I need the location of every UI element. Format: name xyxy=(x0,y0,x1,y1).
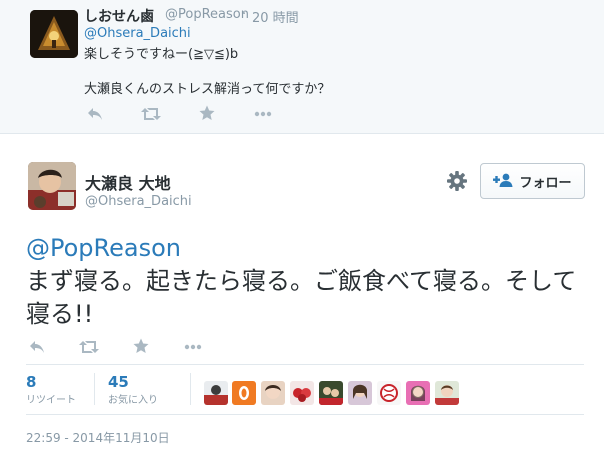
more-icon[interactable] xyxy=(252,105,274,123)
follow-button[interactable]: フォロー xyxy=(480,163,585,199)
tweet-body: まず寝る。起きたら寝る。ご飯食べて寝る。そして寝る!! xyxy=(26,267,577,328)
mention-link[interactable]: @PopReason xyxy=(26,234,181,262)
follow-button-label: フォロー xyxy=(519,175,572,191)
retweet-icon[interactable] xyxy=(78,338,100,356)
favoriter-avatar[interactable] xyxy=(348,381,372,405)
reply-icon[interactable] xyxy=(26,338,48,356)
favoriter-avatar[interactable] xyxy=(406,381,430,405)
favoriter-avatar[interactable] xyxy=(232,381,256,405)
divider xyxy=(26,364,584,365)
favoriter-avatar[interactable] xyxy=(290,381,314,405)
main-author-name[interactable]: 大瀬良 大地 xyxy=(85,170,171,194)
favoriter-avatar[interactable] xyxy=(204,381,228,405)
retweet-stat[interactable]: 8 リツイート xyxy=(26,373,76,406)
more-icon[interactable] xyxy=(182,338,204,356)
parent-avatar[interactable] xyxy=(30,10,78,58)
retweet-icon[interactable] xyxy=(140,105,162,123)
parent-author-name[interactable]: しおせん鹵 xyxy=(84,6,154,26)
stat-divider xyxy=(94,373,95,405)
favoriter-avatar[interactable] xyxy=(377,381,401,405)
parent-tweet-text-line: 大瀬良くんのストレス解消って何ですか？ xyxy=(84,82,331,97)
parent-timestamp[interactable]: 20 時間 xyxy=(252,7,299,26)
favoriter-avatar[interactable] xyxy=(261,381,285,405)
main-avatar[interactable] xyxy=(28,162,76,210)
favoriter-avatar[interactable] xyxy=(319,381,343,405)
reply-icon[interactable] xyxy=(84,105,106,123)
tweet-text: @PopReason まず寝る。起きたら寝る。ご飯食べて寝る。そして寝る!! xyxy=(26,232,586,331)
parent-author-handle[interactable]: @PopReason xyxy=(165,7,249,22)
favorite-count: 45 xyxy=(108,373,129,391)
divider xyxy=(26,414,584,415)
tweet-timestamp[interactable]: 22:59 - 2014年11月10日 xyxy=(26,429,170,446)
add-user-icon xyxy=(493,172,513,191)
divider xyxy=(0,133,604,134)
favorite-label: お気に入り xyxy=(108,395,158,406)
favorite-stat[interactable]: 45 お気に入り xyxy=(108,373,158,406)
parent-mention-link[interactable]: @Ohsera_Daichi xyxy=(84,26,191,41)
favoriter-avatar[interactable] xyxy=(435,381,459,405)
main-author-handle[interactable]: @Ohsera_Daichi xyxy=(85,194,192,209)
parent-tweet[interactable]: しおせん鹵 @PopReason · 20 時間 @Ohsera_Daichi … xyxy=(0,0,604,133)
star-icon[interactable] xyxy=(130,337,152,355)
stat-divider xyxy=(190,373,191,405)
parent-tweet-text-line: 楽しそうですねー(≧▽≦)b xyxy=(84,47,239,62)
retweet-label: リツイート xyxy=(26,395,76,406)
separator-dot: · xyxy=(242,7,247,22)
retweet-count: 8 xyxy=(26,373,37,391)
gear-icon[interactable] xyxy=(446,170,468,192)
star-icon[interactable] xyxy=(196,104,218,122)
